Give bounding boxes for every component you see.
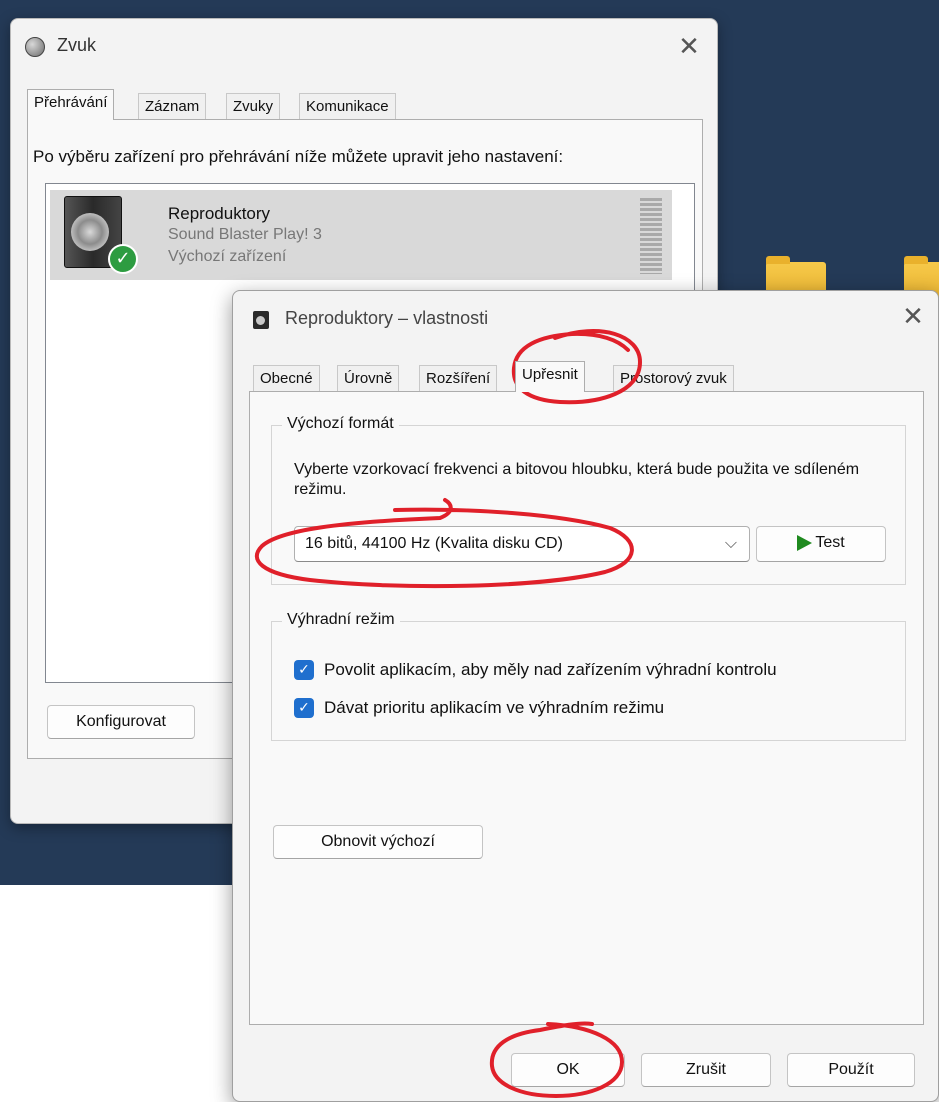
sound-tabs: Přehrávání Záznam Zvuky Komunikace — [27, 89, 707, 120]
properties-tabs: Obecné Úrovně Rozšíření Upřesnit Prostor… — [249, 361, 929, 392]
close-icon[interactable]: ✕ — [673, 31, 705, 63]
playback-intro-text: Po výběru zařízení pro přehrávání níže m… — [33, 147, 564, 166]
exclusive-mode-legend: Výhradní režim — [282, 611, 400, 629]
speaker-icon — [253, 311, 269, 329]
configure-button[interactable]: Konfigurovat — [47, 705, 195, 739]
tab-obecne[interactable]: Obecné — [253, 365, 320, 391]
properties-title: Reproduktory – vlastnosti — [285, 308, 489, 328]
device-status: Výchozí zařízení — [168, 248, 287, 265]
exclusive-priority-checkbox[interactable]: ✓ — [294, 698, 314, 718]
exclusive-priority-label: Dávat prioritu aplikacím ve výhradním re… — [324, 698, 665, 717]
format-select[interactable]: 16 bitů, 44100 Hz (Kvalita disku CD) ⌵ — [294, 526, 750, 562]
default-format-description: Vyberte vzorkovací frekvenci a bitovou h… — [294, 461, 860, 498]
play-icon — [797, 534, 813, 551]
exclusive-mode-group: Výhradní režim ✓ Povolit aplikacím, aby … — [271, 611, 906, 741]
exclusive-priority-option[interactable]: ✓ Dávat prioritu aplikacím ve výhradním … — [294, 696, 894, 720]
device-name: Reproduktory — [168, 204, 271, 223]
test-button-label: Test — [815, 534, 845, 551]
default-format-legend: Výchozí formát — [282, 415, 399, 433]
ok-button[interactable]: OK — [511, 1053, 625, 1087]
sound-window-title: Zvuk — [57, 35, 97, 55]
exclusive-control-label: Povolit aplikacím, aby měly nad zařízení… — [324, 660, 777, 679]
sound-window-titlebar[interactable]: Zvuk ✕ — [11, 19, 717, 75]
device-subtitle: Sound Blaster Play! 3 — [168, 226, 322, 243]
tab-prostorovy-zvuk[interactable]: Prostorový zvuk — [613, 365, 734, 391]
restore-defaults-button[interactable]: Obnovit výchozí — [273, 825, 483, 859]
apply-button[interactable]: Použít — [787, 1053, 915, 1087]
chevron-down-icon: ⌵ — [724, 533, 737, 552]
close-icon[interactable]: ✕ — [897, 301, 929, 333]
tab-komunikace[interactable]: Komunikace — [299, 93, 396, 119]
tab-prehravani[interactable]: Přehrávání — [27, 89, 115, 120]
format-select-value: 16 bitů, 44100 Hz (Kvalita disku CD) — [305, 535, 563, 552]
default-format-group: Výchozí formát Vyberte vzorkovací frekve… — [271, 415, 906, 585]
exclusive-control-option[interactable]: ✓ Povolit aplikacím, aby měly nad zaříze… — [294, 658, 894, 682]
sound-app-icon — [25, 37, 45, 57]
speaker-properties-dialog: Reproduktory – vlastnosti ✕ Obecné Úrovn… — [232, 290, 939, 1102]
check-badge-icon: ✓ — [108, 244, 138, 274]
cancel-button[interactable]: Zrušit — [641, 1053, 771, 1087]
properties-titlebar[interactable]: Reproduktory – vlastnosti ✕ — [233, 291, 938, 347]
volume-level-meter — [640, 198, 662, 274]
exclusive-control-checkbox[interactable]: ✓ — [294, 660, 314, 680]
tab-zvuky[interactable]: Zvuky — [226, 93, 281, 119]
tab-zaznam[interactable]: Záznam — [138, 93, 207, 119]
device-row-reproduktory[interactable]: ✓ Reproduktory Sound Blaster Play! 3 Výc… — [50, 190, 672, 280]
tab-urovne[interactable]: Úrovně — [337, 365, 400, 391]
test-button[interactable]: Test — [756, 526, 886, 562]
tab-upresnit[interactable]: Upřesnit — [515, 361, 585, 392]
tab-rozsireni[interactable]: Rozšíření — [419, 365, 498, 391]
